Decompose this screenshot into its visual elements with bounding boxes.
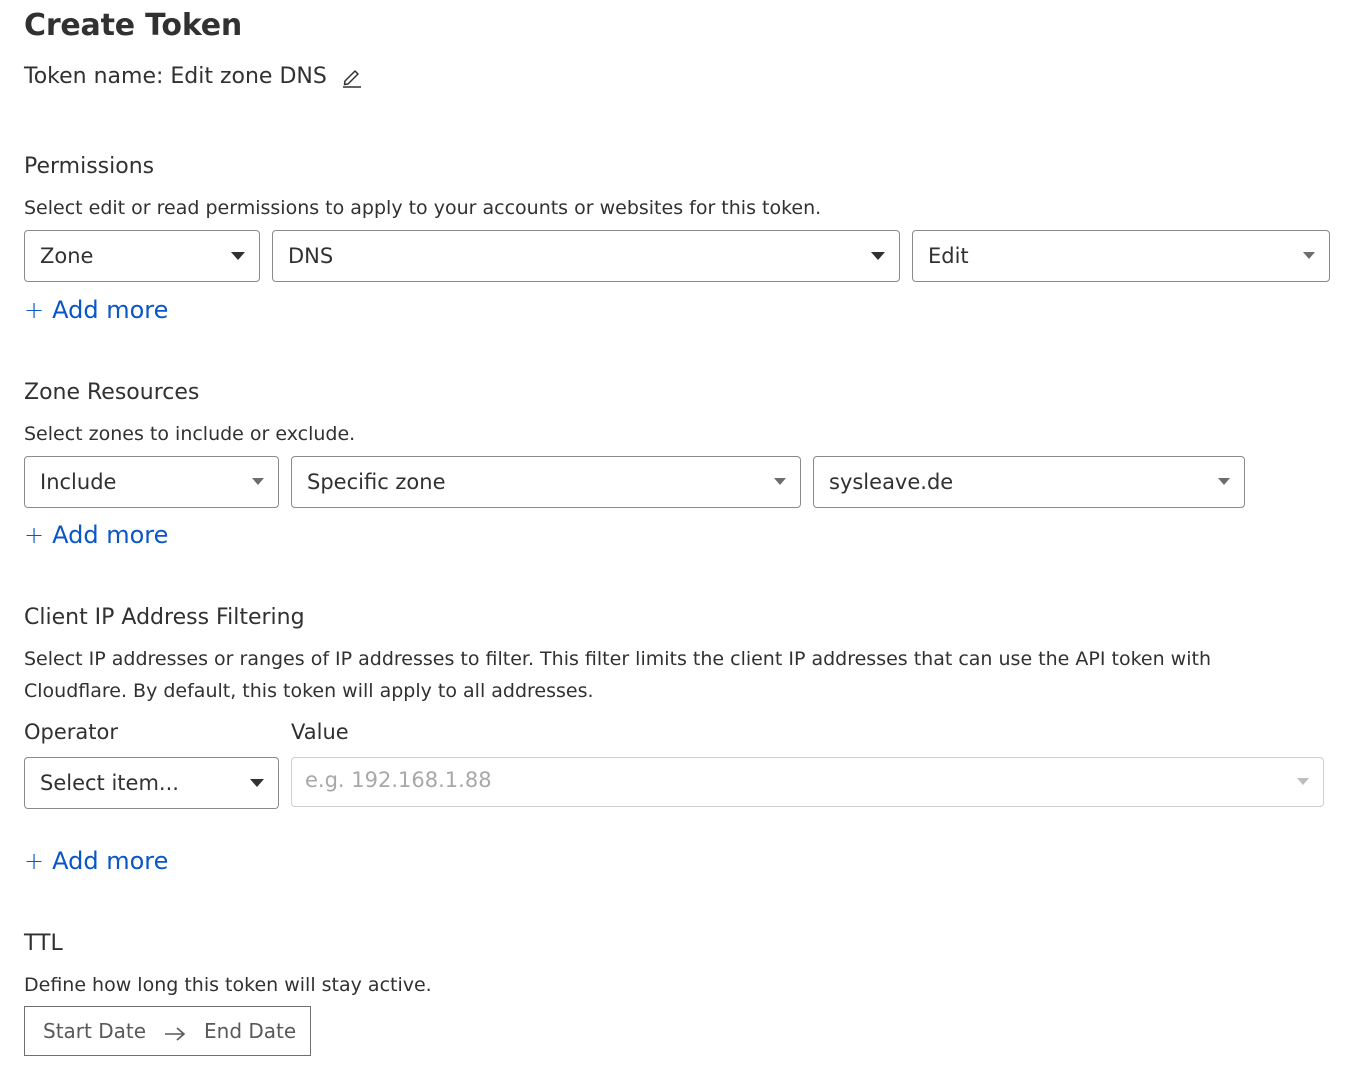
- ttl-date-range-picker[interactable]: Start Date End Date: [24, 1006, 311, 1056]
- add-more-label: Add more: [52, 847, 169, 875]
- token-name-label: Token name: Edit zone DNS: [24, 64, 327, 89]
- ip-value-placeholder: e.g. 192.168.1.88: [305, 768, 492, 792]
- caret-down-icon: [871, 252, 885, 260]
- arrow-right-icon: [164, 1023, 186, 1041]
- ip-filtering-description-line1: Select IP addresses or ranges of IP addr…: [24, 648, 1211, 670]
- ip-value-select[interactable]: e.g. 192.168.1.88: [291, 757, 1324, 807]
- caret-down-icon: [231, 252, 245, 260]
- add-more-label: Add more: [52, 296, 169, 324]
- ttl-description: Define how long this token will stay act…: [24, 974, 432, 996]
- ip-filtering-description-line2: Cloudflare. By default, this token will …: [24, 680, 594, 702]
- page-title: Create Token: [24, 8, 243, 43]
- pencil-icon[interactable]: [341, 66, 363, 88]
- zone-name-value: sysleave.de: [829, 470, 954, 494]
- ip-filtering-title: Client IP Address Filtering: [24, 605, 305, 630]
- operator-label: Operator: [24, 720, 118, 744]
- zone-type-value: Specific zone: [307, 470, 446, 494]
- operator-select[interactable]: Select item...: [24, 757, 279, 809]
- permissions-title: Permissions: [24, 154, 155, 179]
- zone-include-select[interactable]: Include: [24, 456, 279, 508]
- value-label: Value: [291, 720, 349, 744]
- permission-scope-value: Zone: [40, 244, 94, 268]
- zone-resources-title: Zone Resources: [24, 380, 200, 405]
- caret-down-icon: [774, 478, 786, 485]
- zone-resources-description: Select zones to include or exclude.: [24, 423, 356, 445]
- caret-down-icon: [252, 478, 264, 485]
- permission-scope-select[interactable]: Zone: [24, 230, 260, 282]
- permission-resource-value: DNS: [288, 244, 334, 268]
- ttl-title: TTL: [24, 931, 63, 956]
- permission-resource-select[interactable]: DNS: [272, 230, 900, 282]
- operator-placeholder: Select item...: [40, 771, 179, 795]
- zone-type-select[interactable]: Specific zone: [291, 456, 801, 508]
- caret-down-icon: [250, 779, 264, 787]
- ip-filtering-add-more-link[interactable]: + Add more: [24, 847, 168, 875]
- zone-resources-add-more-link[interactable]: + Add more: [24, 521, 168, 549]
- token-name-row: Token name: Edit zone DNS: [24, 64, 363, 89]
- permissions-description: Select edit or read permissions to apply…: [24, 197, 822, 219]
- plus-icon: +: [24, 296, 45, 324]
- add-more-label: Add more: [52, 521, 169, 549]
- zone-name-select[interactable]: sysleave.de: [813, 456, 1245, 508]
- plus-icon: +: [24, 847, 45, 875]
- zone-include-value: Include: [40, 470, 117, 494]
- start-date-field[interactable]: Start Date: [43, 1019, 146, 1043]
- permission-level-select[interactable]: Edit: [912, 230, 1330, 282]
- caret-down-icon: [1303, 252, 1315, 259]
- permission-level-value: Edit: [928, 244, 969, 268]
- permissions-add-more-link[interactable]: + Add more: [24, 296, 168, 324]
- plus-icon: +: [24, 521, 45, 549]
- caret-down-icon: [1218, 478, 1230, 485]
- caret-down-icon: [1297, 778, 1309, 785]
- end-date-field[interactable]: End Date: [204, 1019, 296, 1043]
